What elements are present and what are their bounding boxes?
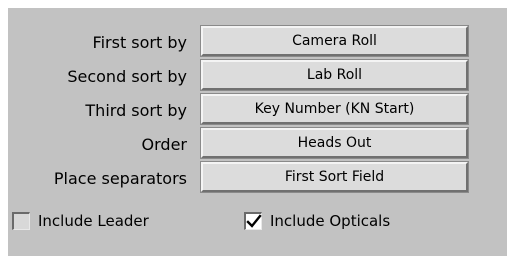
include-leader-label: Include Leader: [38, 212, 149, 230]
include-leader-checkbox[interactable]: [12, 212, 30, 230]
third-sort-button[interactable]: Key Number (KN Start): [201, 94, 468, 124]
first-sort-label: First sort by: [92, 33, 187, 52]
first-sort-button[interactable]: Camera Roll: [201, 26, 468, 56]
include-opticals-option[interactable]: Include Opticals: [244, 210, 390, 232]
place-separators-button[interactable]: First Sort Field: [201, 162, 468, 192]
third-sort-label: Third sort by: [85, 101, 187, 120]
checkmark-icon: [246, 214, 262, 228]
include-leader-option[interactable]: Include Leader: [12, 210, 149, 232]
place-separators-label: Place separators: [53, 169, 187, 188]
second-sort-label: Second sort by: [67, 67, 187, 86]
order-button[interactable]: Heads Out: [201, 128, 468, 158]
include-opticals-checkbox[interactable]: [244, 212, 262, 230]
order-label: Order: [141, 135, 187, 154]
sort-options-panel: First sort by Camera Roll Second sort by…: [8, 8, 507, 256]
include-opticals-label: Include Opticals: [270, 212, 391, 230]
second-sort-button[interactable]: Lab Roll: [201, 60, 468, 90]
